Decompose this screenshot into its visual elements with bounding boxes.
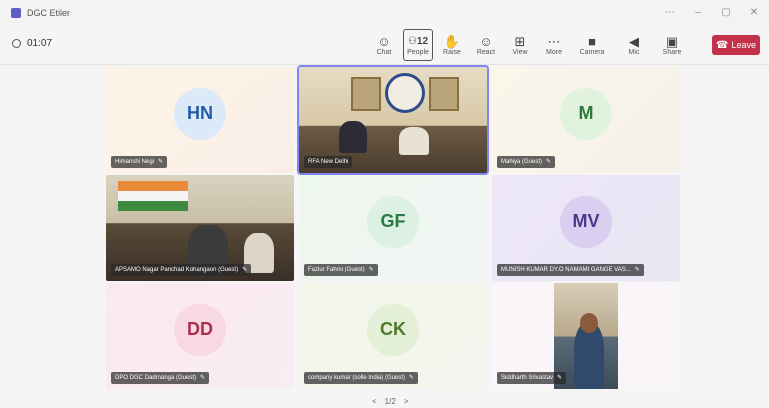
avatar: M <box>560 87 612 140</box>
people-button[interactable]: ⚇12 People <box>403 29 433 61</box>
mic-off-icon: ✎ <box>546 159 552 165</box>
share-icon: ▣ <box>665 33 679 49</box>
name-tag: Siddharth Srivastav ✎ <box>497 372 567 384</box>
chat-label: Chat <box>376 48 392 56</box>
participant-tile[interactable]: CK company kumar (solle India) (Guest) ✎ <box>299 283 487 389</box>
participant-name: RFA New Delhi <box>308 159 349 165</box>
more-button[interactable]: ⋯ More <box>537 29 571 61</box>
gallery-pager: < 1/2 > <box>372 397 408 406</box>
avatar: GF <box>367 195 419 248</box>
raise-label: Raise <box>443 48 461 56</box>
participant-tile-video[interactable]: Siddharth Srivastav ✎ <box>492 283 680 389</box>
close-icon[interactable]: ✕ <box>747 7 761 18</box>
avatar: MV <box>560 195 612 248</box>
window-controls: ⋯ – ▢ ✕ <box>663 7 761 18</box>
person-figure <box>339 121 367 153</box>
name-tag: DPO DGC Dadrnanga (Guest) ✎ <box>111 372 210 384</box>
participant-tile-video[interactable]: APSAMO Nagar Panchad Kohangaon (Guest) ✎ <box>106 175 294 281</box>
face-figure <box>580 313 598 333</box>
meeting-toolbar: 01:07 ☺ Chat ⚇12 People ✋ Raise ☺ React … <box>0 26 769 65</box>
title-bar: DGC Etiler ⋯ – ▢ ✕ <box>0 0 769 26</box>
mic-icon: ◀ <box>629 33 639 49</box>
phone-hangup-icon: ☎ <box>716 39 729 51</box>
participant-name: Siddharth Srivastav <box>501 375 554 381</box>
participant-name: company kumar (solle India) (Guest) <box>308 375 406 381</box>
name-tag: MUNISH KUMAR DY.O NAMAMI GANGE VAS... ✎ <box>497 264 644 276</box>
chat-icon: ☺ <box>377 33 391 49</box>
participant-tile[interactable]: DD DPO DGC Dadrnanga (Guest) ✎ <box>106 283 294 389</box>
name-tag: Fazlur Fahmi (Guest) ✎ <box>304 264 378 276</box>
participant-tile[interactable]: HN Himanshi Negi ✎ <box>106 67 294 173</box>
participant-tile[interactable]: GF Fazlur Fahmi (Guest) ✎ <box>299 175 487 281</box>
teams-logo-icon <box>11 8 21 18</box>
participant-name: Himanshi Negi <box>115 159 155 165</box>
meeting-timer: 01:07 <box>12 38 52 49</box>
portrait-photo <box>351 77 381 111</box>
toolbar-actions: ☺ Chat ⚇12 People ✋ Raise ☺ React ⊞ View… <box>367 29 689 61</box>
avatar: HN <box>174 87 226 140</box>
name-tag: Mahiya (Guest) ✎ <box>497 156 556 168</box>
mic-button[interactable]: ◀ Mic <box>613 29 655 61</box>
video-gallery: HN Himanshi Negi ✎ RFA New Delhi M Mahiy… <box>0 65 769 408</box>
participant-name: Fazlur Fahmi (Guest) <box>308 267 365 273</box>
react-button[interactable]: ☺ React <box>469 29 503 61</box>
name-tag: Himanshi Negi ✎ <box>111 156 168 168</box>
prev-page-button[interactable]: < <box>372 397 377 406</box>
mic-off-icon: ✎ <box>158 159 164 165</box>
leave-button[interactable]: ☎ Leave <box>712 35 760 55</box>
mic-off-icon: ✎ <box>557 375 563 381</box>
more-label: More <box>546 48 562 56</box>
next-page-button[interactable]: > <box>404 397 409 406</box>
flag-decoration <box>118 181 188 211</box>
view-label: View <box>512 48 528 56</box>
grid-icon: ⊞ <box>514 33 526 49</box>
mic-off-icon: ✎ <box>368 267 374 273</box>
mic-label: Mic <box>628 48 640 56</box>
maximize-icon[interactable]: ▢ <box>719 7 733 18</box>
people-icon: ⚇12 <box>407 35 429 47</box>
share-button[interactable]: ▣ Share <box>655 29 689 61</box>
person-figure <box>399 127 429 155</box>
avatar: CK <box>367 303 419 356</box>
participant-name: MUNISH KUMAR DY.O NAMAMI GANGE VAS... <box>501 267 631 273</box>
participant-tile-video[interactable]: RFA New Delhi <box>297 65 489 175</box>
react-label: React <box>476 48 496 56</box>
share-label: Share <box>662 48 682 56</box>
mic-off-icon: ✎ <box>634 267 640 273</box>
mic-off-icon: ✎ <box>200 375 206 381</box>
chat-button[interactable]: ☺ Chat <box>367 29 401 61</box>
people-label: People <box>407 48 429 56</box>
avatar: DD <box>174 303 226 356</box>
name-tag: APSAMO Nagar Panchad Kohangaon (Guest) ✎ <box>111 264 252 276</box>
participant-tile[interactable]: M Mahiya (Guest) ✎ <box>492 67 680 173</box>
view-button[interactable]: ⊞ View <box>503 29 537 61</box>
name-tag: company kumar (solle India) (Guest) ✎ <box>304 372 419 384</box>
page-indicator: 1/2 <box>384 397 396 406</box>
hand-icon: ✋ <box>443 33 461 49</box>
shield-icon <box>12 39 21 48</box>
minimize-icon[interactable]: – <box>691 7 705 18</box>
participant-name: Mahiya (Guest) <box>501 159 543 165</box>
participant-tile[interactable]: MV MUNISH KUMAR DY.O NAMAMI GANGE VAS...… <box>492 175 680 281</box>
camera-label: Camera <box>579 48 605 56</box>
more-window-icon[interactable]: ⋯ <box>663 7 677 18</box>
camera-icon: ■ <box>588 33 596 49</box>
timer-text: 01:07 <box>27 38 53 49</box>
emblem-logo <box>385 73 425 113</box>
mic-off-icon: ✎ <box>409 375 415 381</box>
portrait-photo <box>429 77 459 111</box>
window-title: DGC Etiler <box>27 8 71 18</box>
leave-label: Leave <box>731 40 756 50</box>
smile-icon: ☺ <box>479 33 493 49</box>
mic-off-icon: ✎ <box>242 267 248 273</box>
more-icon: ⋯ <box>547 33 561 49</box>
participant-name: APSAMO Nagar Panchad Kohangaon (Guest) <box>115 267 239 273</box>
name-tag: RFA New Delhi <box>304 156 353 168</box>
participant-name: DPO DGC Dadrnanga (Guest) <box>115 375 197 381</box>
camera-button[interactable]: ■ Camera <box>571 29 613 61</box>
raise-button[interactable]: ✋ Raise <box>435 29 469 61</box>
